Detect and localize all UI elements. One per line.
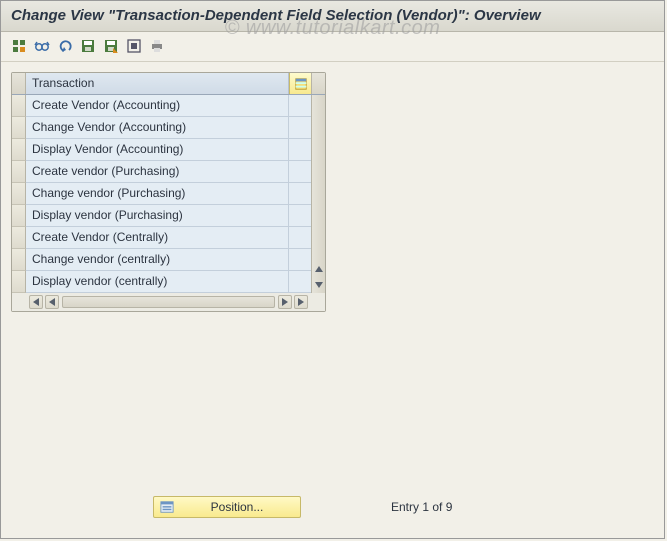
table-row[interactable]: Change Vendor (Accounting): [26, 117, 289, 139]
scroll-left-button[interactable]: [45, 295, 59, 309]
application-toolbar: [1, 32, 664, 62]
table-row[interactable]: Create Vendor (Accounting): [26, 95, 289, 117]
save2-icon: [103, 38, 119, 54]
footer-bar: Position... Entry 1 of 9: [1, 492, 664, 522]
page-title: Change View "Transaction-Dependent Field…: [11, 7, 541, 24]
row-selector[interactable]: [12, 271, 26, 293]
entry-status-text: Entry 1 of 9: [391, 500, 452, 514]
hscroll-track[interactable]: [62, 296, 275, 308]
table-header-row: Transaction: [12, 73, 325, 95]
chevron-right-icon: [49, 298, 55, 306]
row-select-column: [12, 95, 26, 293]
chevron-down-icon: [315, 282, 323, 288]
row-selector[interactable]: [12, 117, 26, 139]
table-body: Create Vendor (Accounting) Change Vendor…: [12, 95, 325, 293]
toolbar-saveas-button[interactable]: [101, 36, 121, 56]
scroll-left-fast-button[interactable]: [29, 295, 43, 309]
glasses-icon: [34, 38, 50, 54]
table-row[interactable]: Display vendor (centrally): [26, 271, 289, 293]
table-settings-button[interactable]: [289, 73, 311, 94]
toolbar-save-button[interactable]: [78, 36, 98, 56]
scroll-right-fast-button[interactable]: [294, 295, 308, 309]
row-selector[interactable]: [12, 227, 26, 249]
table-trailing-column: [289, 95, 311, 293]
vertical-scrollbar[interactable]: [311, 95, 325, 293]
table-row[interactable]: Display vendor (Purchasing): [26, 205, 289, 227]
save-icon: [80, 38, 96, 54]
row-selector[interactable]: [12, 205, 26, 227]
table-config-icon: [294, 77, 308, 91]
details-icon: [11, 38, 27, 54]
row-selector[interactable]: [12, 95, 26, 117]
print-icon: [149, 38, 165, 54]
row-selector[interactable]: [12, 183, 26, 205]
table-rows: Create Vendor (Accounting) Change Vendor…: [26, 95, 289, 293]
column-header-transaction[interactable]: Transaction: [26, 73, 289, 94]
horizontal-scrollbar[interactable]: [12, 293, 325, 311]
chevron-right-icon: [298, 298, 304, 306]
row-selector[interactable]: [12, 161, 26, 183]
row-selector[interactable]: [12, 249, 26, 271]
chevron-left-icon: [282, 298, 288, 306]
toolbar-details-button[interactable]: [9, 36, 29, 56]
vertical-scroll-area: [289, 95, 325, 293]
row-select-header[interactable]: [12, 73, 26, 94]
table-row[interactable]: Create vendor (Purchasing): [26, 161, 289, 183]
table-row[interactable]: Change vendor (Purchasing): [26, 183, 289, 205]
scroll-right-button[interactable]: [278, 295, 292, 309]
table-row[interactable]: Change vendor (centrally): [26, 249, 289, 271]
table-row[interactable]: Display Vendor (Accounting): [26, 139, 289, 161]
toolbar-display-button[interactable]: [32, 36, 52, 56]
select-all-icon: [126, 38, 142, 54]
position-button[interactable]: Position...: [153, 496, 301, 518]
titlebar: Change View "Transaction-Dependent Field…: [1, 1, 664, 32]
scroll-up-button[interactable]: [312, 261, 326, 277]
toolbar-print-button[interactable]: [147, 36, 167, 56]
table-row[interactable]: Create Vendor (Centrally): [26, 227, 289, 249]
scroll-down-button[interactable]: [312, 277, 326, 293]
toolbar-undo-button[interactable]: [55, 36, 75, 56]
row-selector[interactable]: [12, 139, 26, 161]
toolbar-selectall-button[interactable]: [124, 36, 144, 56]
position-icon: [160, 500, 174, 514]
transaction-table: Transaction Create Vendor (Accounting): [11, 72, 326, 312]
position-button-label: Position...: [180, 500, 294, 514]
vscroll-header-cap: [311, 73, 325, 94]
chevron-left-icon: [33, 298, 39, 306]
undo-icon: [57, 38, 73, 54]
chevron-up-icon: [315, 266, 323, 272]
work-area: Transaction Create Vendor (Accounting): [1, 62, 664, 322]
